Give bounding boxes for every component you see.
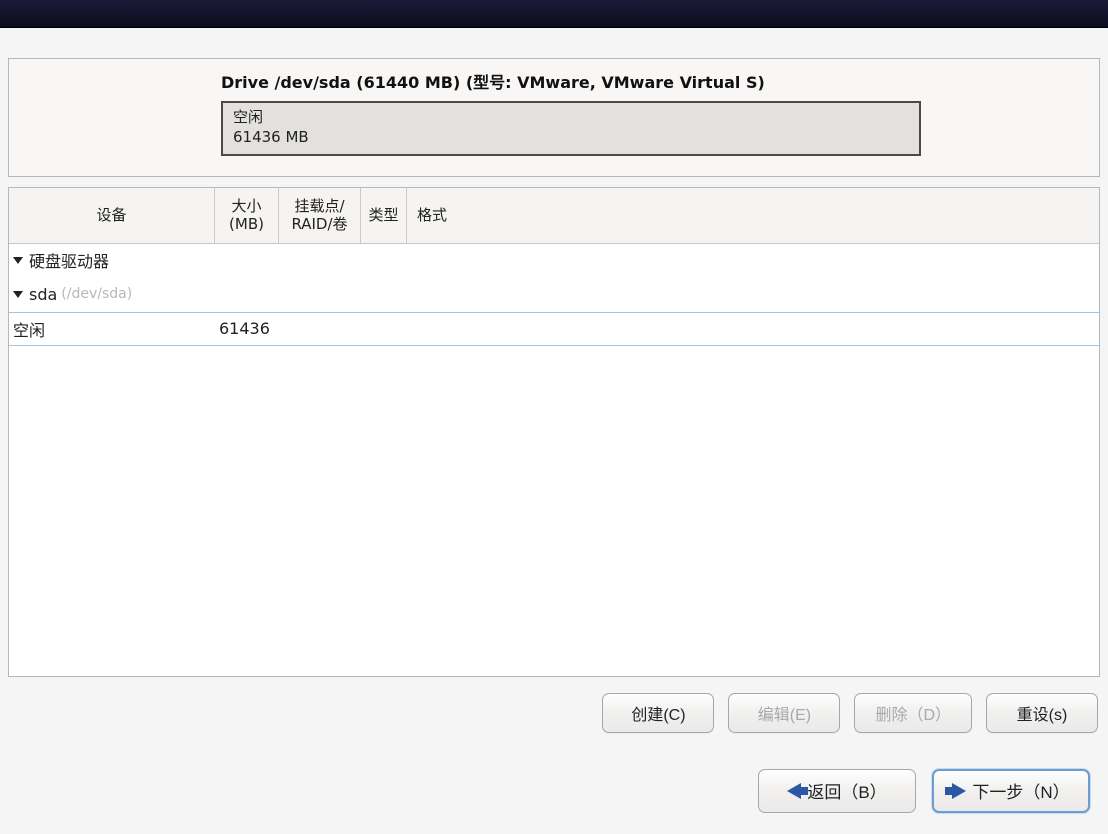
tree-label-disk: sda [29, 285, 57, 304]
column-header-format[interactable]: 格式 [407, 188, 457, 243]
column-header-device[interactable]: 设备 [9, 188, 215, 243]
delete-button[interactable]: 删除（D） [854, 693, 972, 733]
next-button[interactable]: 下一步（N） [932, 769, 1090, 813]
edit-button[interactable]: 编辑(E) [728, 693, 840, 733]
tree-label-free: 空闲 [13, 317, 45, 341]
window-titlebar [0, 0, 1108, 28]
column-header-size[interactable]: 大小 (MB) [215, 188, 279, 243]
tree-row-hard-drives[interactable]: 硬盘驱动器 [9, 244, 1099, 278]
tree-label-disk-path: (/dev/sda) [61, 286, 132, 302]
back-button[interactable]: 返回（B） [758, 769, 916, 813]
arrow-left-icon [787, 783, 801, 799]
arrow-right-icon [952, 783, 966, 799]
tree-cell-free-size: 61436 [215, 319, 279, 338]
drive-free-space-box[interactable]: 空闲 61436 MB [221, 101, 921, 156]
column-header-type[interactable]: 类型 [361, 188, 407, 243]
partition-table-header: 设备 大小 (MB) 挂载点/ RAID/卷 类型 格式 [9, 188, 1099, 244]
reset-button[interactable]: 重设(s) [986, 693, 1098, 733]
drive-summary-panel: Drive /dev/sda (61440 MB) (型号: VMware, V… [8, 58, 1100, 177]
column-header-mount[interactable]: 挂载点/ RAID/卷 [279, 188, 361, 243]
partition-actions: 创建(C) 编辑(E) 删除（D） 重设(s) [8, 693, 1100, 733]
create-button[interactable]: 创建(C) [602, 693, 714, 733]
tree-label-hard-drives: 硬盘驱动器 [29, 248, 109, 272]
expand-toggle-icon[interactable] [13, 257, 23, 264]
drive-free-size: 61436 MB [233, 127, 909, 147]
partition-table-panel: 设备 大小 (MB) 挂载点/ RAID/卷 类型 格式 硬盘驱动器 sda (… [8, 187, 1100, 677]
tree-row-sda[interactable]: sda (/dev/sda) [9, 278, 1099, 312]
next-button-label: 下一步（N） [972, 778, 1069, 803]
wizard-nav: 返回（B） 下一步（N） [8, 769, 1100, 813]
back-button-label: 返回（B） [807, 778, 886, 803]
tree-row-free[interactable]: 空闲 61436 [9, 312, 1099, 346]
expand-toggle-icon[interactable] [13, 291, 23, 298]
drive-free-label: 空闲 [233, 107, 909, 127]
drive-title: Drive /dev/sda (61440 MB) (型号: VMware, V… [221, 69, 1081, 93]
partition-tree: 硬盘驱动器 sda (/dev/sda) 空闲 61436 [9, 244, 1099, 676]
